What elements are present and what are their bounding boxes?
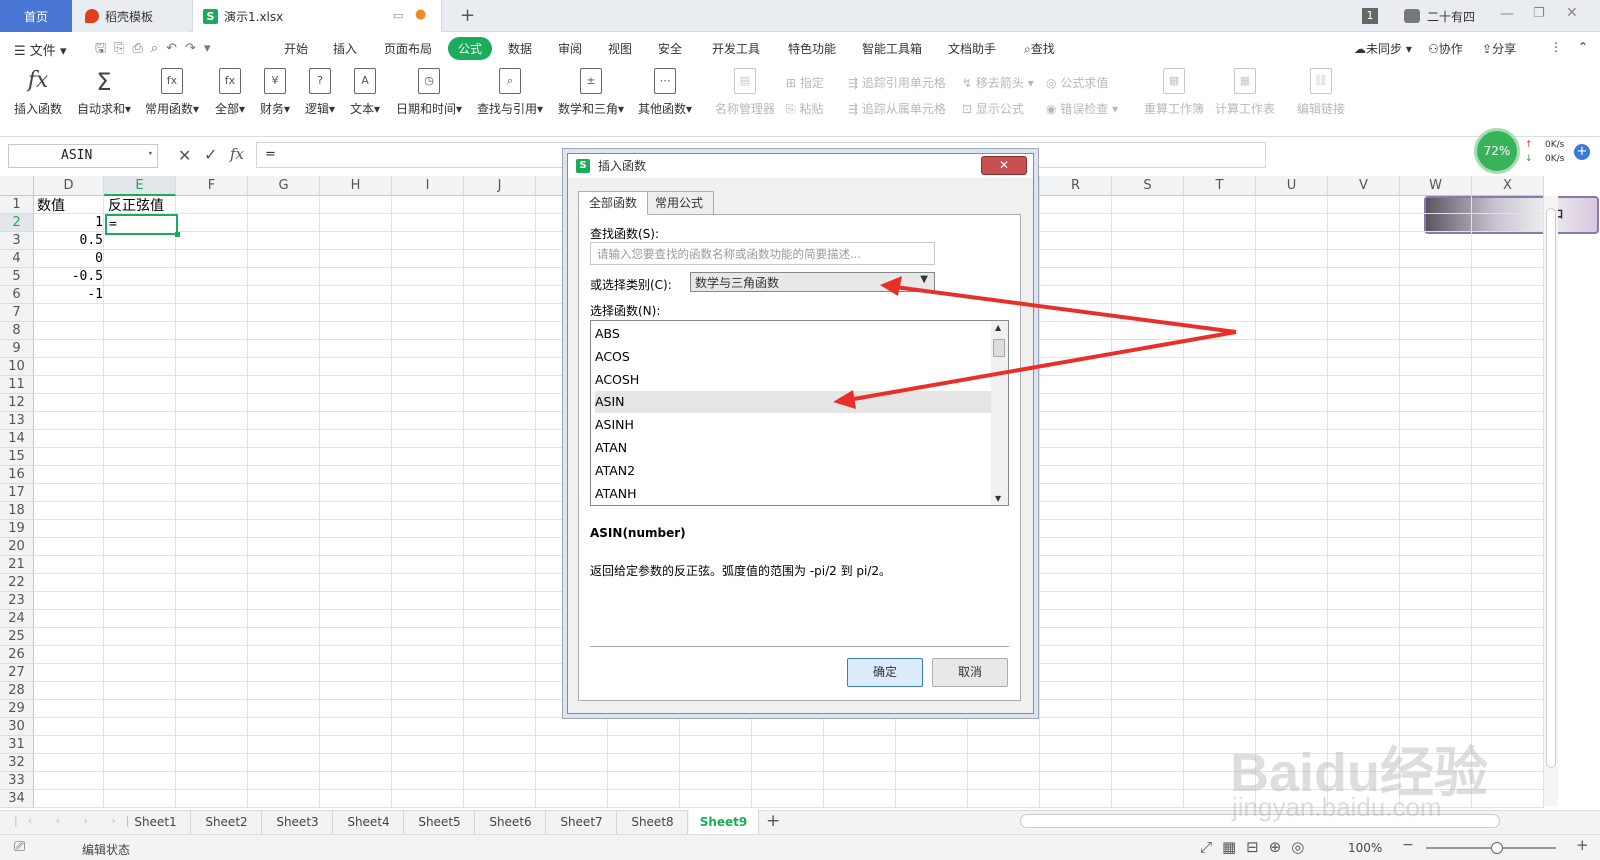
view-mode-icons[interactable]: ⤢▦⊟⊕◎ [1200,838,1314,856]
sheet-tab[interactable]: Sheet8 [618,810,688,834]
zoom-out-icon[interactable]: − [1402,837,1414,853]
sheet-tab[interactable]: Sheet2 [192,810,262,834]
zoom-in-icon[interactable]: + [1576,836,1589,854]
sheet-tab[interactable]: Sheet3 [263,810,333,834]
sheet-tab[interactable]: Sheet9 [689,810,759,834]
arrowhead-category [880,276,902,296]
sheet-tab[interactable]: Sheet4 [334,810,404,834]
watermark-url: jingyan.baidu.com [1232,792,1442,822]
macro-record-icon[interactable]: ⎚ [14,839,25,855]
zoom-level[interactable]: 100% [1348,841,1382,855]
zoom-slider[interactable] [1426,842,1556,854]
arrowhead-asin [833,390,856,409]
arrow-to-category [894,285,1237,334]
sheet-tab[interactable]: Sheet7 [547,810,617,834]
sheet-tab[interactable]: Sheet6 [476,810,546,834]
sheet-tab[interactable]: Sheet1 [121,810,191,834]
zoom-slider-thumb[interactable] [1491,842,1503,854]
tab-all-functions[interactable]: 全部函数 [578,191,649,215]
edit-mode-status: 编辑状态 [82,843,131,857]
add-sheet-plus-icon[interactable]: + [766,811,780,831]
sheet-tab[interactable]: Sheet5 [405,810,475,834]
arrow-to-asin [847,330,1237,402]
